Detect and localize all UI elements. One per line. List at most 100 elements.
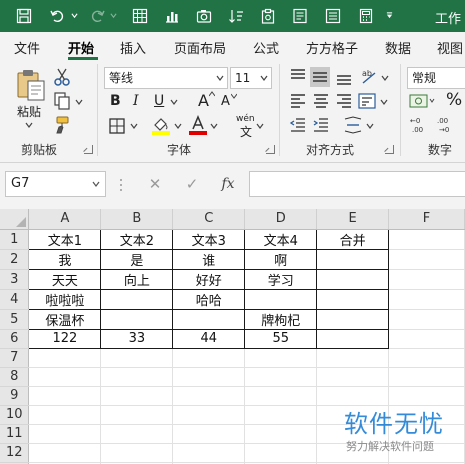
chevron-down-icon[interactable]: [380, 98, 388, 106]
decrease-indent-icon[interactable]: [288, 115, 308, 135]
chevron-down-icon[interactable]: [256, 122, 264, 130]
increase-indent-icon[interactable]: [311, 115, 331, 135]
cell-b9[interactable]: [100, 386, 174, 406]
cell-e9[interactable]: [316, 386, 390, 406]
cell-f7[interactable]: [388, 348, 465, 368]
alignment-launcher-icon[interactable]: [385, 145, 394, 154]
shrink-font-button[interactable]: A: [221, 94, 230, 109]
cell-d2[interactable]: 啊: [244, 248, 318, 270]
cell-e5[interactable]: [316, 308, 390, 330]
cell-c10[interactable]: [172, 405, 246, 425]
cell-d9[interactable]: [244, 386, 318, 406]
cell-c11[interactable]: [172, 424, 246, 444]
cell-f5[interactable]: [388, 309, 465, 330]
sort-icon[interactable]: [226, 6, 246, 26]
cell-a4[interactable]: 啦啦啦: [28, 288, 102, 310]
row-header[interactable]: 6: [0, 329, 30, 349]
tab-file[interactable]: 文件: [14, 38, 40, 57]
form-icon[interactable]: [323, 6, 343, 26]
row-header[interactable]: 4: [0, 289, 30, 310]
format-painter-icon[interactable]: [52, 115, 72, 135]
row-header[interactable]: 7: [0, 348, 30, 368]
row-header[interactable]: 10: [0, 405, 30, 425]
cell-c4[interactable]: 哈哈: [172, 288, 246, 310]
decrease-decimal-icon[interactable]: .00 →0: [437, 115, 459, 135]
cell-c8[interactable]: [172, 367, 246, 387]
merge-center-icon[interactable]: [343, 115, 363, 135]
row-header[interactable]: 11: [0, 424, 30, 444]
text-orientation-icon[interactable]: ab: [359, 66, 379, 86]
cell-f2[interactable]: [388, 249, 465, 270]
font-launcher-icon[interactable]: [266, 145, 275, 154]
tab-formulas[interactable]: 公式: [253, 38, 279, 57]
cell-c12[interactable]: [172, 443, 246, 463]
wrap-text-icon[interactable]: [357, 91, 377, 111]
cell-f3[interactable]: [388, 269, 465, 290]
cell-f8[interactable]: [388, 367, 465, 387]
chevron-down-icon[interactable]: [130, 122, 138, 130]
formula-input[interactable]: [249, 171, 465, 197]
cell-f4[interactable]: [388, 289, 465, 310]
row-header[interactable]: 9: [0, 386, 30, 406]
chevron-down-icon[interactable]: [366, 122, 374, 130]
italic-button[interactable]: I: [133, 93, 139, 109]
bold-button[interactable]: B: [110, 93, 121, 109]
cell-d8[interactable]: [244, 367, 318, 387]
form-icon[interactable]: [290, 6, 310, 26]
copy-icon[interactable]: [52, 91, 72, 111]
row-header[interactable]: 12: [0, 443, 30, 463]
cut-icon[interactable]: [52, 67, 72, 87]
undo-icon[interactable]: [48, 6, 68, 26]
chevron-down-icon[interactable]: [174, 122, 182, 130]
drag-handle-icon[interactable]: [119, 177, 123, 193]
column-header-b[interactable]: B: [100, 209, 174, 230]
paste-icon[interactable]: [15, 68, 47, 102]
chevron-down-icon[interactable]: [170, 98, 178, 106]
cell-d6[interactable]: 55: [244, 328, 318, 349]
cell-b5[interactable]: [100, 308, 174, 330]
increase-decimal-icon[interactable]: ←0.00: [410, 115, 432, 135]
cell-c1[interactable]: 文本3: [172, 228, 246, 250]
cell-e6[interactable]: [316, 328, 390, 349]
underline-button[interactable]: U: [154, 93, 164, 109]
fill-color-icon[interactable]: [151, 115, 171, 135]
cell-e3[interactable]: [316, 268, 390, 290]
align-left-icon[interactable]: [288, 91, 308, 111]
font-size-dropdown[interactable]: 11: [230, 67, 272, 89]
cell-b3[interactable]: 向上: [100, 268, 174, 290]
cell-e1[interactable]: 合并: [316, 228, 390, 250]
cell-a9[interactable]: [28, 386, 102, 406]
cell-d10[interactable]: [244, 405, 318, 425]
align-middle-icon[interactable]: [310, 67, 330, 87]
cell-b11[interactable]: [100, 424, 174, 444]
number-format-dropdown[interactable]: 常规: [407, 67, 465, 89]
chart-icon[interactable]: [162, 6, 182, 26]
calculator-icon[interactable]: [356, 6, 376, 26]
cell-a1[interactable]: 文本1: [28, 228, 102, 250]
save-icon[interactable]: [14, 6, 34, 26]
tab-data[interactable]: 数据: [385, 38, 411, 57]
chevron-down-icon[interactable]: [92, 181, 100, 187]
cell-d7[interactable]: [244, 348, 318, 368]
cell-a6[interactable]: 122: [28, 328, 102, 349]
cell-a2[interactable]: 我: [28, 248, 102, 270]
cell-a5[interactable]: 保温杯: [28, 308, 102, 330]
cell-e7[interactable]: [316, 348, 390, 368]
currency-icon[interactable]: [409, 91, 435, 111]
cell-f9[interactable]: [388, 386, 465, 406]
table-icon[interactable]: [130, 6, 150, 26]
cell-b6[interactable]: 33: [100, 328, 174, 349]
chevron-down-icon[interactable]: [75, 98, 83, 106]
name-box[interactable]: G7: [5, 171, 106, 197]
chevron-down-icon[interactable]: [110, 12, 117, 19]
percent-button[interactable]: %: [446, 90, 462, 110]
column-header-d[interactable]: D: [244, 209, 318, 230]
select-all-corner[interactable]: [0, 209, 30, 230]
cell-c3[interactable]: 好好: [172, 268, 246, 290]
row-header[interactable]: 5: [0, 309, 30, 330]
grow-font-button[interactable]: A: [198, 91, 209, 110]
tab-insert[interactable]: 插入: [120, 38, 146, 57]
cell-d11[interactable]: [244, 424, 318, 444]
align-right-icon[interactable]: [334, 91, 354, 111]
customize-toolbar-icon[interactable]: [386, 12, 393, 19]
